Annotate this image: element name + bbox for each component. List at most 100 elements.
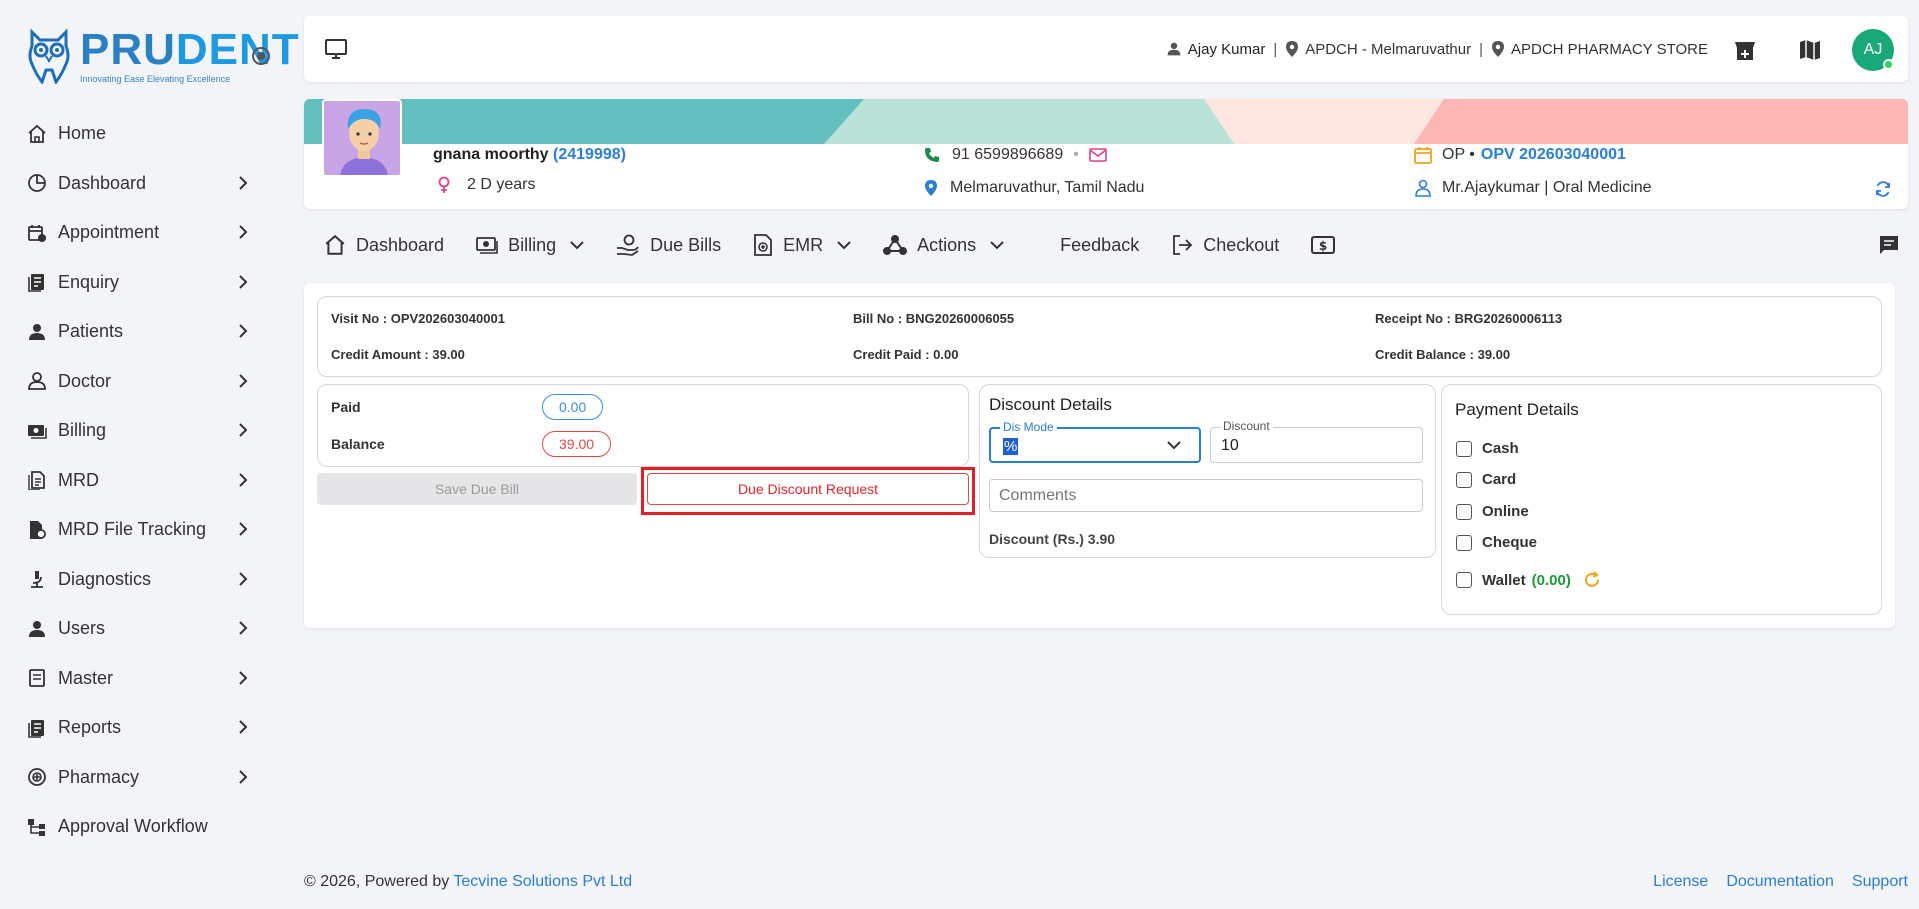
chevron-right-icon	[239, 324, 248, 338]
patient-phone: 91 6599896689 •	[924, 146, 1107, 164]
tab-due-bills[interactable]: Due Bills	[616, 234, 721, 256]
tab-actions[interactable]: Actions	[883, 234, 1004, 256]
phone-icon	[925, 148, 939, 162]
sidebar-item-appointment[interactable]: Appointment	[0, 208, 290, 258]
svg-text:$: $	[1319, 239, 1327, 253]
document-list-icon	[26, 271, 48, 293]
owl-logo-icon	[28, 28, 70, 84]
pie-chart-icon	[26, 172, 48, 194]
documentation-link[interactable]: Documentation	[1726, 873, 1834, 891]
chevron-down-icon	[837, 240, 851, 250]
sidebar-item-patients[interactable]: Patients	[0, 307, 290, 357]
sidebar-item-users[interactable]: Users	[0, 604, 290, 654]
tab-payment[interactable]: $	[1311, 235, 1345, 255]
patient-age: 2 D years	[437, 176, 535, 194]
tab-checkout[interactable]: Checkout	[1171, 234, 1279, 256]
online-status-dot	[1883, 59, 1894, 70]
discount-input[interactable]: Discount 10	[1210, 419, 1423, 463]
paid-value-badge: 0.00	[542, 394, 604, 420]
sidebar-item-master[interactable]: Master	[0, 654, 290, 704]
visit-info: OP • OPV 202603040001	[1414, 146, 1626, 164]
discount-label: Discount	[1220, 419, 1273, 433]
sidebar-item-label: Master	[58, 667, 114, 688]
chat-icon[interactable]	[1878, 235, 1900, 255]
dis-mode-select[interactable]: Dis Mode %	[989, 420, 1201, 463]
pharmacy-store-icon[interactable]	[1732, 38, 1758, 62]
sidebar-item-mrd-file-tracking[interactable]: MRD File Tracking	[0, 505, 290, 555]
payment-option-online[interactable]: Online	[1456, 503, 1529, 520]
cheque-checkbox[interactable]	[1456, 534, 1472, 551]
pharmacy-icon	[26, 766, 48, 788]
sidebar-item-pharmacy[interactable]: Pharmacy	[0, 753, 290, 803]
current-location[interactable]: APDCH - Melmaruvathur	[1285, 40, 1471, 58]
chevron-down-icon	[1167, 441, 1181, 450]
sidebar-item-billing[interactable]: Billing	[0, 406, 290, 456]
user-avatar[interactable]: AJ	[1852, 29, 1894, 71]
cash-icon	[476, 235, 498, 255]
payment-option-wallet[interactable]: Wallet (0.00)	[1456, 571, 1601, 589]
patient-name[interactable]: gnana moorthy (2419998)	[433, 146, 626, 164]
due-discount-request-button[interactable]: Due Discount Request	[647, 473, 969, 505]
person-icon	[26, 321, 48, 343]
current-user[interactable]: Ajay Kumar	[1166, 41, 1265, 58]
payment-option-cheque[interactable]: Cheque	[1456, 534, 1537, 551]
chevron-right-icon	[239, 423, 248, 437]
wallet-refresh-icon[interactable]	[1583, 571, 1601, 589]
card-checkbox[interactable]	[1456, 471, 1472, 488]
chevron-right-icon	[239, 670, 248, 685]
sidebar-item-mrd[interactable]: MRD	[0, 456, 290, 506]
location-pin-icon	[1286, 41, 1299, 57]
banner-band-mint	[824, 99, 1274, 144]
sidebar-item-label: Home	[58, 123, 107, 144]
chevron-right-icon	[239, 225, 248, 239]
save-due-bill-button[interactable]: Save Due Bill	[317, 473, 637, 505]
wallet-balance: (0.00)	[1531, 571, 1571, 589]
chevron-right-icon	[239, 621, 248, 635]
payment-option-card[interactable]: Card	[1456, 471, 1516, 488]
credit-paid-text: Credit Paid : 0.00	[853, 347, 959, 362]
tab-billing[interactable]: Billing	[476, 235, 584, 256]
sidebar-item-approval-workflow[interactable]: Approval Workflow	[0, 802, 290, 852]
cash-checkbox[interactable]	[1456, 440, 1472, 457]
chevron-right-icon	[239, 175, 248, 190]
chevron-right-icon	[239, 373, 248, 388]
sidebar-pin-toggle[interactable]	[252, 47, 270, 65]
sidebar-item-reports[interactable]: Reports	[0, 703, 290, 753]
map-icon[interactable]	[1798, 38, 1822, 62]
tab-feedback[interactable]: Feedback	[1060, 235, 1139, 256]
sidebar-item-label: Dashboard	[58, 172, 147, 193]
comments-input[interactable]: Comments	[989, 479, 1423, 512]
footer-links: License Documentation Support	[1653, 873, 1908, 891]
sidebar-item-dashboard[interactable]: Dashboard	[0, 159, 290, 209]
tab-emr[interactable]: EMR	[753, 234, 851, 256]
sidebar-item-label: Billing	[58, 420, 107, 441]
current-store[interactable]: APDCH PHARMACY STORE	[1491, 40, 1708, 58]
sidebar-item-diagnostics[interactable]: Diagnostics	[0, 555, 290, 605]
sidebar-item-enquiry[interactable]: Enquiry	[0, 258, 290, 308]
receipt-no-text: Receipt No : BRG20260006113	[1375, 311, 1563, 326]
mail-icon[interactable]	[1089, 148, 1107, 162]
visit-number-link[interactable]: OPV 202603040001	[1481, 146, 1626, 164]
chevron-right-icon	[239, 472, 248, 487]
sidebar-item-label: Enquiry	[58, 271, 120, 292]
license-link[interactable]: License	[1653, 873, 1708, 891]
sidebar-item-home[interactable]: Home	[0, 109, 290, 159]
balance-value-badge: 39.00	[542, 431, 612, 457]
logout-icon	[1171, 234, 1193, 256]
support-link[interactable]: Support	[1852, 873, 1908, 891]
wallet-checkbox[interactable]	[1456, 572, 1472, 588]
home-icon	[324, 234, 346, 256]
credit-balance-text: Credit Balance : 39.00	[1375, 347, 1511, 362]
sidebar-item-label: Patients	[58, 321, 124, 342]
credit-amount-text: Credit Amount : 39.00	[331, 347, 465, 362]
session-info: Ajay Kumar | APDCH - Melmaruvathur | APD…	[1166, 16, 1708, 82]
discount-details-title: Discount Details	[989, 395, 1112, 414]
online-checkbox[interactable]	[1456, 503, 1472, 520]
monitor-icon[interactable]	[324, 38, 348, 60]
company-link[interactable]: Tecvine Solutions Pvt Ltd	[453, 873, 632, 890]
payment-details-panel: Payment Details Cash Card Online Cheque …	[1441, 384, 1882, 615]
sidebar-item-doctor[interactable]: Doctor	[0, 357, 290, 407]
refresh-icon[interactable]	[1874, 180, 1892, 198]
tab-dashboard[interactable]: Dashboard	[324, 234, 444, 256]
payment-option-cash[interactable]: Cash	[1456, 440, 1519, 457]
